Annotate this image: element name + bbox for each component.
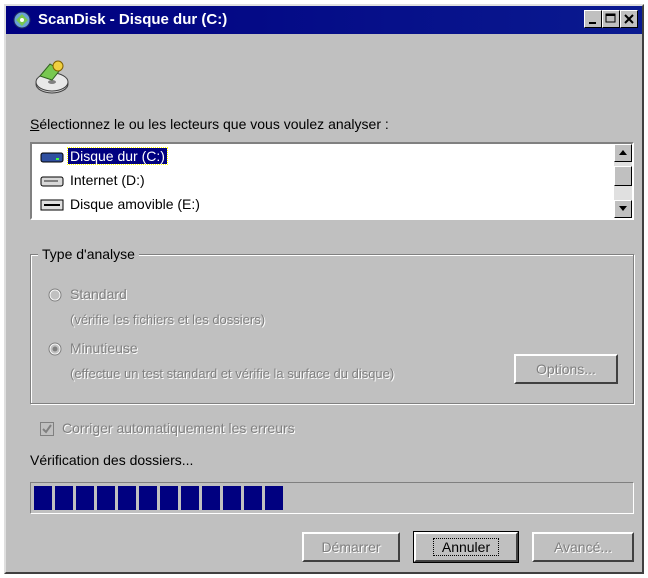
- drive-label: Internet (D:): [70, 172, 145, 188]
- scandisk-app-icon: [13, 11, 31, 29]
- scroll-down-button[interactable]: [614, 200, 632, 218]
- drive-list-scrollbar[interactable]: [614, 144, 632, 218]
- cancel-button-label: Annuler: [432, 538, 500, 556]
- progress-bar: [30, 482, 634, 514]
- cancel-button[interactable]: Annuler: [413, 531, 519, 563]
- maximize-button[interactable]: [602, 10, 620, 28]
- scandisk-icon: [35, 60, 69, 94]
- standard-description: (vérifie les fichiers et les dossiers): [70, 312, 266, 327]
- hard-drive-icon: [40, 152, 64, 163]
- advanced-button[interactable]: Avancé...: [532, 532, 634, 562]
- removable-drive-icon: [40, 199, 64, 211]
- advanced-button-label: Avancé...: [553, 539, 613, 555]
- drive-label: Disque amovible (E:): [70, 196, 200, 212]
- drive-item-d[interactable]: Internet (D:): [38, 170, 608, 192]
- auto-fix-label: Corriger automatiquement les erreurs: [62, 420, 295, 436]
- maximize-icon: [605, 13, 616, 23]
- scroll-up-button[interactable]: [614, 144, 632, 162]
- minimize-button[interactable]: [584, 10, 602, 28]
- drive-list[interactable]: Disque dur (C:) Internet (D:) Disque amo…: [30, 142, 634, 220]
- auto-fix-checkbox[interactable]: [40, 422, 54, 436]
- start-button-label: Démarrer: [321, 539, 381, 555]
- close-icon: [624, 14, 634, 24]
- prompt-text: électionnez le ou les lecteurs que vous …: [39, 116, 389, 132]
- options-button-label: Options...: [536, 361, 596, 377]
- window-title: ScanDisk - Disque dur (C:): [38, 11, 228, 28]
- status-text: Vérification des dossiers...: [30, 452, 194, 468]
- options-button[interactable]: Options...: [514, 354, 618, 384]
- thorough-label: Minutieuse: [70, 340, 138, 356]
- drive-item-c[interactable]: Disque dur (C:): [38, 146, 608, 168]
- drive-label: Disque dur (C:): [67, 147, 168, 165]
- progress-fill: [34, 486, 283, 510]
- thorough-description: (effectue un test standard et vérifie la…: [70, 366, 395, 381]
- arrow-up-icon: [619, 150, 627, 155]
- standard-radio[interactable]: [48, 288, 62, 302]
- close-button[interactable]: [620, 10, 638, 28]
- drive-prompt: Sélectionnez le ou les lecteurs que vous…: [30, 116, 389, 132]
- prompt-accelerator: S: [30, 116, 40, 132]
- drive-item-e[interactable]: Disque amovible (E:): [38, 194, 608, 216]
- start-button[interactable]: Démarrer: [302, 532, 400, 562]
- thorough-radio[interactable]: [48, 342, 62, 356]
- standard-label: Standard: [70, 286, 127, 302]
- arrow-down-icon: [619, 206, 627, 211]
- scandisk-window: ScanDisk - Disque dur (C:) Sélectionnez …: [4, 4, 644, 574]
- minimize-icon: [589, 22, 596, 24]
- scroll-thumb[interactable]: [614, 166, 632, 186]
- title-bar[interactable]: ScanDisk - Disque dur (C:): [6, 6, 642, 34]
- network-drive-icon: [40, 176, 64, 187]
- analysis-type-legend: Type d'analyse: [38, 246, 139, 262]
